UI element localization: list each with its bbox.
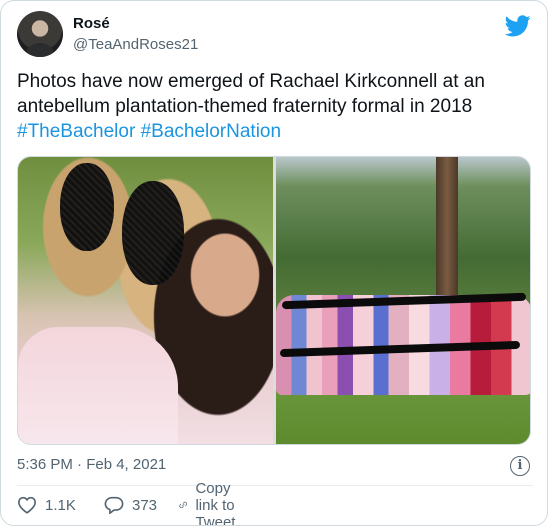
tweet-text-line: Photos have now emerged of Rachael Kirkc… bbox=[17, 71, 485, 92]
photo-detail bbox=[18, 327, 178, 444]
tweet-card: Rosé @TeaAndRoses21 Photos have now emer… bbox=[0, 0, 548, 526]
info-icon[interactable]: i bbox=[510, 456, 530, 476]
link-icon bbox=[179, 501, 188, 509]
redaction-scribble bbox=[122, 181, 184, 285]
photo-detail bbox=[436, 157, 458, 307]
hashtag-link[interactable]: #TheBachelor bbox=[17, 121, 135, 142]
copy-link-label: Copy link to Tweet bbox=[195, 479, 236, 526]
author-handle[interactable]: @TeaAndRoses21 bbox=[73, 36, 198, 53]
tweet-media[interactable] bbox=[17, 156, 531, 445]
hashtag-link[interactable]: #BachelorNation bbox=[141, 121, 281, 142]
author-name[interactable]: Rosé bbox=[73, 15, 110, 32]
photo-right[interactable] bbox=[276, 157, 530, 444]
like-count: 1.1K bbox=[45, 496, 76, 514]
like-button[interactable]: 1.1K bbox=[17, 494, 76, 516]
reply-count: 373 bbox=[132, 496, 158, 514]
copy-link-button[interactable]: Copy link to Tweet bbox=[179, 480, 247, 525]
reply-icon bbox=[104, 496, 124, 514]
reply-button[interactable]: 373 bbox=[104, 494, 157, 516]
heart-icon bbox=[17, 496, 37, 514]
divider bbox=[17, 485, 533, 486]
avatar[interactable] bbox=[17, 11, 63, 57]
timestamp[interactable]: 5:36 PM · Feb 4, 2021 bbox=[17, 456, 166, 473]
twitter-bird-icon[interactable] bbox=[505, 15, 531, 37]
tweet-text: Photos have now emerged of Rachael Kirkc… bbox=[17, 69, 533, 144]
redaction-scribble bbox=[60, 163, 114, 251]
photo-left[interactable] bbox=[18, 157, 273, 444]
tweet-text-line: antebellum plantation-themed fraternity … bbox=[17, 96, 473, 117]
hashtag-line: #TheBachelor #BachelorNation bbox=[17, 119, 533, 144]
